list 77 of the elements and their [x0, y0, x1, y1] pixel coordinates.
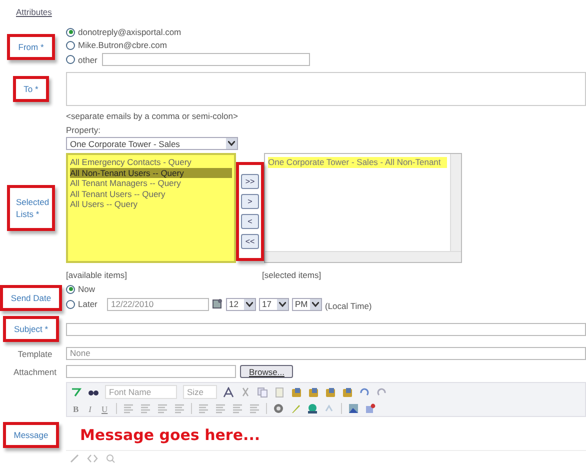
align-center-icon[interactable]: [140, 403, 151, 414]
redo-icon[interactable]: [376, 386, 387, 398]
code-icon[interactable]: [87, 454, 98, 463]
list-item[interactable]: All Tenant Managers -- Query: [70, 178, 232, 188]
radio-button[interactable]: [66, 40, 75, 50]
radio-button[interactable]: [66, 28, 75, 36]
local-time-note: (Local Time): [325, 301, 372, 311]
attributes-link[interactable]: Attributes: [16, 7, 52, 17]
transfer-button[interactable]: >>: [241, 174, 259, 189]
format-button[interactable]: I: [86, 404, 94, 414]
selected-items-caption: [selected items]: [262, 270, 322, 280]
other-email-field[interactable]: [102, 53, 310, 66]
circle-icon[interactable]: [272, 403, 284, 414]
dropdown-arrow-icon: [310, 298, 321, 310]
list-item[interactable]: All Tenant Users -- Query: [70, 188, 232, 199]
dropdown-arrow-icon: [244, 298, 255, 310]
available-items-list[interactable]: All Emergency Contacts - Query All Non-Tenant Users -- Query All Tenant Managers -- Query All Tenant Users -- Query All Users -- Query: [66, 153, 236, 263]
dropdown-arrow-icon: [277, 298, 288, 310]
available-items-caption: [available items]: [66, 270, 128, 280]
radio-label: Now: [78, 284, 96, 294]
from-label: From *: [7, 34, 55, 60]
subject-field[interactable]: [66, 322, 586, 336]
email-hint: <separate emails by a comma or semi-colon>: [66, 111, 238, 121]
attachment-label: Attachment: [14, 366, 56, 376]
format-button[interactable]: B: [71, 404, 81, 414]
undo-icon[interactable]: [359, 386, 370, 398]
hour-dropdown[interactable]: 12: [226, 298, 256, 310]
subject-label: Subject *: [2, 316, 60, 342]
template-label: Template: [18, 348, 52, 358]
format-button[interactable]: U: [100, 404, 110, 414]
radio-button[interactable]: [66, 300, 75, 308]
radio-label: Mike.Butron@cbre.com: [78, 40, 167, 50]
paste-icon[interactable]: [274, 386, 285, 398]
pencil-icon[interactable]: [70, 454, 79, 463]
to-label: To *: [12, 76, 50, 102]
transfer-button[interactable]: >: [241, 194, 259, 209]
radio-label: Later: [78, 299, 98, 309]
to-field[interactable]: [66, 72, 586, 106]
horizontal-scrollbar[interactable]: [265, 251, 461, 262]
image-icon[interactable]: [348, 403, 359, 414]
align-right-icon[interactable]: [156, 403, 168, 414]
dropdown-arrow-icon: [226, 138, 237, 149]
font-name-dropdown[interactable]: Font Name: [105, 385, 177, 399]
attachment-field[interactable]: [66, 365, 236, 378]
cut-icon[interactable]: [240, 386, 251, 398]
list-item[interactable]: All Non-Tenant Users -- Query: [70, 168, 232, 178]
list-item[interactable]: All Emergency Contacts - Query: [70, 157, 232, 168]
zoom-icon[interactable]: [106, 454, 115, 463]
radio-label: other: [78, 54, 98, 64]
message-editor[interactable]: Message goes here...: [66, 419, 586, 451]
color-icon[interactable]: [223, 386, 234, 398]
list-item[interactable]: All Users -- Query: [70, 199, 232, 210]
vertical-scrollbar[interactable]: [450, 154, 461, 251]
ampm-dropdown[interactable]: PM: [292, 298, 322, 310]
minute-dropdown[interactable]: 17: [259, 298, 289, 310]
send-date-label: Send Date: [0, 284, 62, 310]
selected-items-list[interactable]: One Corporate Tower - Sales - All Non-Tenant: [264, 153, 462, 263]
font-size-dropdown[interactable]: Size: [183, 385, 217, 399]
justify-icon[interactable]: [174, 403, 185, 414]
radio-button[interactable]: [66, 55, 75, 64]
template-field[interactable]: None: [66, 347, 586, 360]
message-label: Message: [2, 422, 60, 448]
calendar-icon[interactable]: [212, 298, 223, 310]
radio-label: donotreply@axisportal.com: [78, 27, 182, 37]
property-dropdown[interactable]: One Corporate Tower - Sales: [66, 137, 238, 150]
radio-button[interactable]: [66, 284, 75, 294]
property-label: Property:: [66, 125, 100, 135]
transfer-button[interactable]: <: [241, 214, 259, 229]
globe-icon[interactable]: [306, 403, 318, 414]
date-field[interactable]: 12/22/2010: [107, 298, 209, 310]
copy-icon[interactable]: [257, 386, 268, 398]
transfer-button[interactable]: <<: [241, 234, 259, 249]
list-item[interactable]: One Corporate Tower - Sales - All Non-Tenant: [268, 157, 447, 168]
selected-lists-label: Selected Lists *: [7, 185, 55, 231]
message-text: Message goes here...: [80, 426, 260, 444]
browse-button[interactable]: Browse...: [240, 365, 294, 378]
align-left-icon[interactable]: [122, 403, 134, 414]
